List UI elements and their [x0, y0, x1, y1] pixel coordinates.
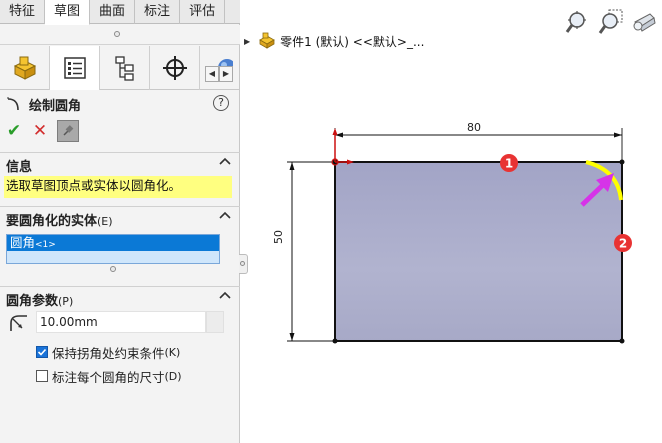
params-hotkey: (P): [58, 295, 74, 308]
list-item[interactable]: 圆角<1>: [7, 235, 219, 251]
part-name[interactable]: 零件1 (默认) <<默认>_...: [280, 33, 424, 50]
keep-constraint-hotkey: (K): [164, 345, 181, 359]
dimension-width[interactable]: 80: [334, 121, 623, 160]
dimension-height-label[interactable]: 50: [272, 230, 285, 244]
entity-name: 圆角: [10, 235, 36, 250]
keep-constraint-checkbox[interactable]: [36, 346, 48, 358]
feature-manager-icon: [13, 56, 36, 80]
zoom-to-fit-icon[interactable]: [564, 8, 590, 36]
manager-tabs: [0, 46, 240, 90]
entities-section-header[interactable]: 要圆角化的实体(E): [0, 206, 240, 229]
params-section-label: 圆角参数: [6, 294, 59, 309]
fillet-radius-icon: [10, 315, 27, 331]
dimxpert-manager-tab[interactable]: [150, 46, 200, 90]
part-icon: [259, 32, 275, 49]
ok-button[interactable]: ✔: [5, 121, 23, 141]
command-title: 绘制圆角: [29, 98, 82, 114]
sketch-point[interactable]: [332, 338, 338, 344]
fillet-radius-spinner[interactable]: [206, 311, 224, 333]
tab-sketch[interactable]: 草图: [45, 0, 91, 25]
panel-collapse-strip[interactable]: [0, 25, 240, 45]
feature-manager-tab[interactable]: [0, 46, 50, 90]
dim-each-checkbox[interactable]: [36, 370, 48, 382]
marker-2: 2: [614, 234, 632, 252]
cancel-button[interactable]: ✕: [31, 121, 49, 141]
list-resize-grip-icon[interactable]: [110, 266, 116, 272]
info-section-title: 信息: [6, 160, 33, 175]
splitter-grip-icon: [240, 261, 245, 266]
entities-hotkey: (E): [97, 215, 113, 228]
property-manager-panel: 特征 草图 曲面 标注 评估 ◀ ▶ 绘制圆角 ? ✔ ✕ 信息 选取草图顶点或…: [0, 0, 240, 443]
scroll-right-button[interactable]: ▶: [219, 66, 233, 82]
panel-splitter-handle[interactable]: [239, 254, 248, 274]
app-window: 特征 草图 曲面 标注 评估 ◀ ▶ 绘制圆角 ? ✔ ✕ 信息 选取草图顶点或…: [0, 0, 662, 443]
marker-2-label: 2: [619, 237, 627, 251]
sketch-rectangle[interactable]: [334, 161, 623, 342]
previous-view-icon[interactable]: [632, 8, 658, 36]
sketch-graphics: 80 50 1 2: [272, 121, 632, 344]
tab-features[interactable]: 特征: [0, 0, 46, 24]
tab-surfaces[interactable]: 曲面: [90, 0, 136, 24]
entities-section-label: 要圆角化的实体: [6, 214, 98, 229]
fillet-radius-input[interactable]: 10.00mm: [36, 311, 206, 333]
feature-tree-flyout: ▶ 零件1 (默认) <<默认>_...: [244, 32, 424, 50]
marker-1: 1: [500, 154, 518, 172]
command-header: 绘制圆角 ?: [5, 94, 235, 114]
command-manager-tabs: 特征 草图 曲面 标注 评估: [0, 0, 240, 25]
manager-tab-scroller: ◀ ▶: [205, 66, 233, 82]
configuration-manager-icon: [114, 56, 134, 81]
property-manager-tab[interactable]: [50, 46, 100, 90]
help-button[interactable]: ?: [213, 95, 229, 111]
action-buttons: ✔ ✕: [5, 120, 79, 142]
keep-constraint-label: 保持拐角处约束条件: [52, 345, 165, 361]
info-message: 选取草图顶点或实体以圆角化。: [4, 176, 232, 198]
entities-section-title: 要圆角化的实体(E): [6, 210, 113, 229]
checkmark-icon: [37, 348, 47, 356]
property-manager-icon: [63, 57, 86, 79]
dim-each-hotkey: (D): [164, 369, 182, 383]
chevron-up-icon[interactable]: [218, 155, 232, 169]
sketch-fillet-icon: [7, 97, 19, 111]
heads-up-view-toolbar: [564, 8, 658, 36]
crosshair-target-icon: [162, 56, 187, 80]
configuration-manager-tab[interactable]: [100, 46, 150, 90]
info-section-header[interactable]: 信息: [0, 152, 240, 175]
fillet-radius-row: 10.00mm: [6, 311, 230, 335]
expand-arrow-icon[interactable]: ▶: [244, 37, 250, 46]
sketch-point[interactable]: [619, 159, 625, 165]
dimension-height[interactable]: 50: [272, 161, 335, 342]
tab-evaluate[interactable]: 评估: [180, 0, 226, 24]
marker-1-label: 1: [505, 157, 513, 171]
params-section-title: 圆角参数(P): [6, 290, 73, 309]
chevron-up-icon[interactable]: [218, 209, 232, 223]
sketch-point[interactable]: [619, 338, 625, 344]
pushpin-icon: [63, 125, 74, 136]
dim-each-label: 标注每个圆角的尺寸: [52, 369, 165, 385]
params-section-header[interactable]: 圆角参数(P): [0, 286, 240, 309]
zoom-to-area-icon[interactable]: [598, 8, 624, 36]
keep-constraint-checkbox-row[interactable]: 保持拐角处约束条件 (K): [36, 343, 180, 361]
collapse-grip-icon[interactable]: [114, 31, 120, 37]
chevron-up-icon[interactable]: [218, 289, 232, 303]
entities-selection-box[interactable]: 圆角<1>: [6, 234, 220, 264]
dimension-width-label[interactable]: 80: [467, 121, 481, 134]
scroll-left-button[interactable]: ◀: [205, 66, 219, 82]
entity-tag: <1>: [35, 240, 56, 250]
pin-button[interactable]: [57, 120, 79, 142]
dim-each-checkbox-row[interactable]: 标注每个圆角的尺寸 (D): [36, 367, 182, 385]
tab-annotate[interactable]: 标注: [135, 0, 181, 24]
